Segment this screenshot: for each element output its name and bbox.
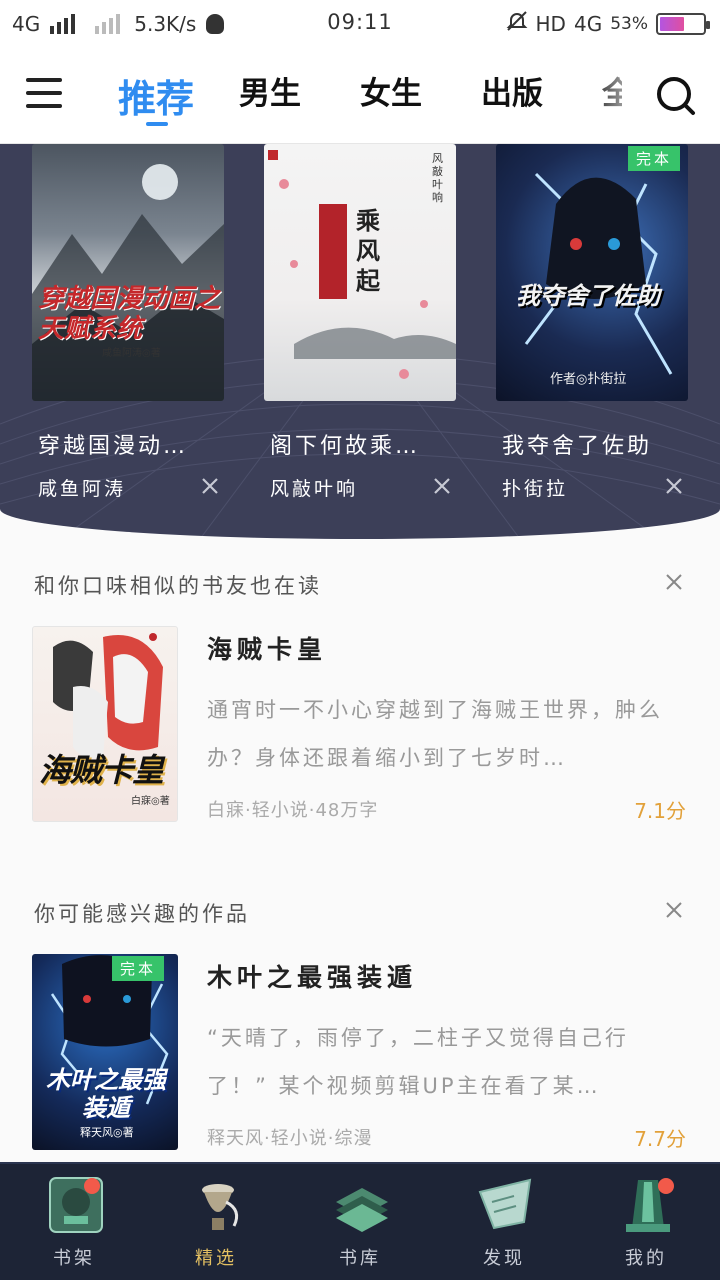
bottom-nav-library[interactable]: 书库 bbox=[310, 1164, 410, 1280]
hero-book-3[interactable]: 完本 我夺舍了佐助 作者◎扑街拉 bbox=[496, 144, 688, 401]
tab-male[interactable]: 男生 bbox=[239, 68, 360, 123]
complete-badge: 完本 bbox=[627, 146, 680, 171]
book-name[interactable]: 海贼卡皇 bbox=[207, 630, 327, 666]
search-icon[interactable] bbox=[656, 76, 696, 116]
book-meta: 白寐·轻小说·48万字 bbox=[207, 800, 379, 821]
tab-publish[interactable]: 出版 bbox=[481, 68, 602, 123]
cover-author: 白寐◎著 bbox=[131, 796, 170, 807]
bottom-nav-profile[interactable]: 我的 bbox=[596, 1164, 696, 1280]
status-bar: 4G 5.3K/s 09:11 HD 4G 53% bbox=[0, 0, 720, 48]
cover-title: 海贼卡皇 bbox=[39, 751, 164, 789]
hero-book-1-title[interactable]: 穿越国漫动… bbox=[38, 428, 188, 460]
bottom-nav: 书架 精选 书库 发现 我的 bbox=[0, 1162, 720, 1280]
cover-author: 作者◎扑街拉 bbox=[550, 372, 627, 387]
close-icon[interactable] bbox=[664, 572, 684, 592]
book-cover[interactable]: 完本 我夺舍了佐助 作者◎扑街拉 bbox=[496, 144, 688, 401]
cover-title: 我夺舍了佐助 bbox=[516, 282, 660, 310]
hero-book-2[interactable]: 乘风起 风敲叶响 bbox=[264, 144, 456, 401]
complete-badge: 完本 bbox=[111, 956, 164, 981]
bottom-nav-bookshelf[interactable]: 书架 bbox=[24, 1164, 124, 1280]
book-name[interactable]: 木叶之最强装遁 bbox=[207, 958, 417, 994]
hero-book-1-author: 咸鱼阿涛 bbox=[38, 478, 127, 500]
hero-carousel: 穿越国漫动画之天赋系统 咸鱼阿涛◎著 穿越国漫动… 咸鱼阿涛 乘风起 风敲叶响 … bbox=[0, 144, 720, 539]
mute-icon bbox=[506, 10, 528, 37]
hd-label: HD bbox=[535, 11, 566, 36]
cover-title: 乘风起 bbox=[356, 207, 380, 295]
close-icon[interactable] bbox=[664, 900, 684, 920]
bottom-nav-label: 书库 bbox=[339, 1248, 381, 1269]
battery-icon bbox=[656, 12, 710, 35]
tab-female[interactable]: 女生 bbox=[360, 68, 481, 123]
close-icon[interactable] bbox=[201, 477, 219, 495]
bottom-nav-discover[interactable]: 发现 bbox=[454, 1164, 554, 1280]
category-tabs: 推荐 男生 女生 出版 全 bbox=[118, 68, 622, 126]
book-score: 7.7分 bbox=[634, 1127, 686, 1151]
bottom-nav-label: 精选 bbox=[195, 1248, 237, 1269]
hero-book-2-author: 风敲叶响 bbox=[270, 478, 359, 500]
bottom-nav-label: 发现 bbox=[483, 1248, 525, 1269]
cover-author: 释天风◎著 bbox=[80, 1126, 134, 1139]
book-cover[interactable]: 穿越国漫动画之天赋系统 咸鱼阿涛◎著 bbox=[32, 144, 224, 401]
bottom-nav-label: 书架 bbox=[53, 1248, 95, 1269]
tab-recommend[interactable]: 推荐 bbox=[118, 68, 239, 126]
cover-title: 穿越国漫动画之天赋系统 bbox=[38, 284, 221, 344]
hero-book-2-title[interactable]: 阁下何故乘… bbox=[270, 428, 420, 460]
book-meta: 释天风·轻小说·综漫 bbox=[207, 1128, 373, 1149]
network2-label: 4G bbox=[573, 11, 603, 36]
close-icon[interactable] bbox=[433, 477, 451, 495]
close-icon[interactable] bbox=[665, 477, 683, 495]
hero-book-3-title[interactable]: 我夺舍了佐助 bbox=[502, 428, 652, 460]
cover-author: 风敲叶响 bbox=[432, 152, 443, 204]
discover-icon bbox=[474, 1172, 538, 1236]
section-interest-title: 你可能感兴趣的作品 bbox=[34, 902, 250, 926]
featured-icon bbox=[186, 1172, 250, 1236]
book-cover[interactable]: 乘风起 风敲叶响 bbox=[264, 144, 456, 401]
book-description: “天晴了，雨停了，二柱子又觉得自己行了！” 某个视频剪辑UP主在看了某… bbox=[207, 1026, 629, 1098]
bottom-nav-label: 我的 bbox=[625, 1248, 667, 1269]
cover-author: 咸鱼阿涛◎著 bbox=[102, 348, 161, 359]
menu-icon[interactable] bbox=[26, 78, 62, 112]
section-similar-title: 和你口味相似的书友也在读 bbox=[34, 574, 322, 598]
bottom-nav-featured[interactable]: 精选 bbox=[166, 1164, 266, 1280]
battery-percent: 53% bbox=[610, 13, 648, 34]
hero-book-3-author: 扑街拉 bbox=[502, 478, 569, 500]
library-icon bbox=[330, 1172, 394, 1236]
book-score: 7.1分 bbox=[634, 799, 686, 823]
hero-book-1[interactable]: 穿越国漫动画之天赋系统 咸鱼阿涛◎著 bbox=[32, 144, 224, 401]
book-cover[interactable]: 完本 木叶之最强装遁 释天风◎著 bbox=[32, 954, 178, 1150]
book-cover[interactable]: 海贼卡皇 白寐◎著 bbox=[32, 626, 178, 822]
notification-dot bbox=[84, 1178, 100, 1194]
cover-title: 木叶之最强装遁 bbox=[46, 1066, 166, 1122]
notification-dot bbox=[658, 1178, 674, 1194]
book-description: 通宵时一不小心穿越到了海贼王世界，肿么办？身体还跟着缩小到了七岁时… bbox=[207, 698, 663, 770]
top-nav: 推荐 男生 女生 出版 全 bbox=[0, 48, 720, 144]
